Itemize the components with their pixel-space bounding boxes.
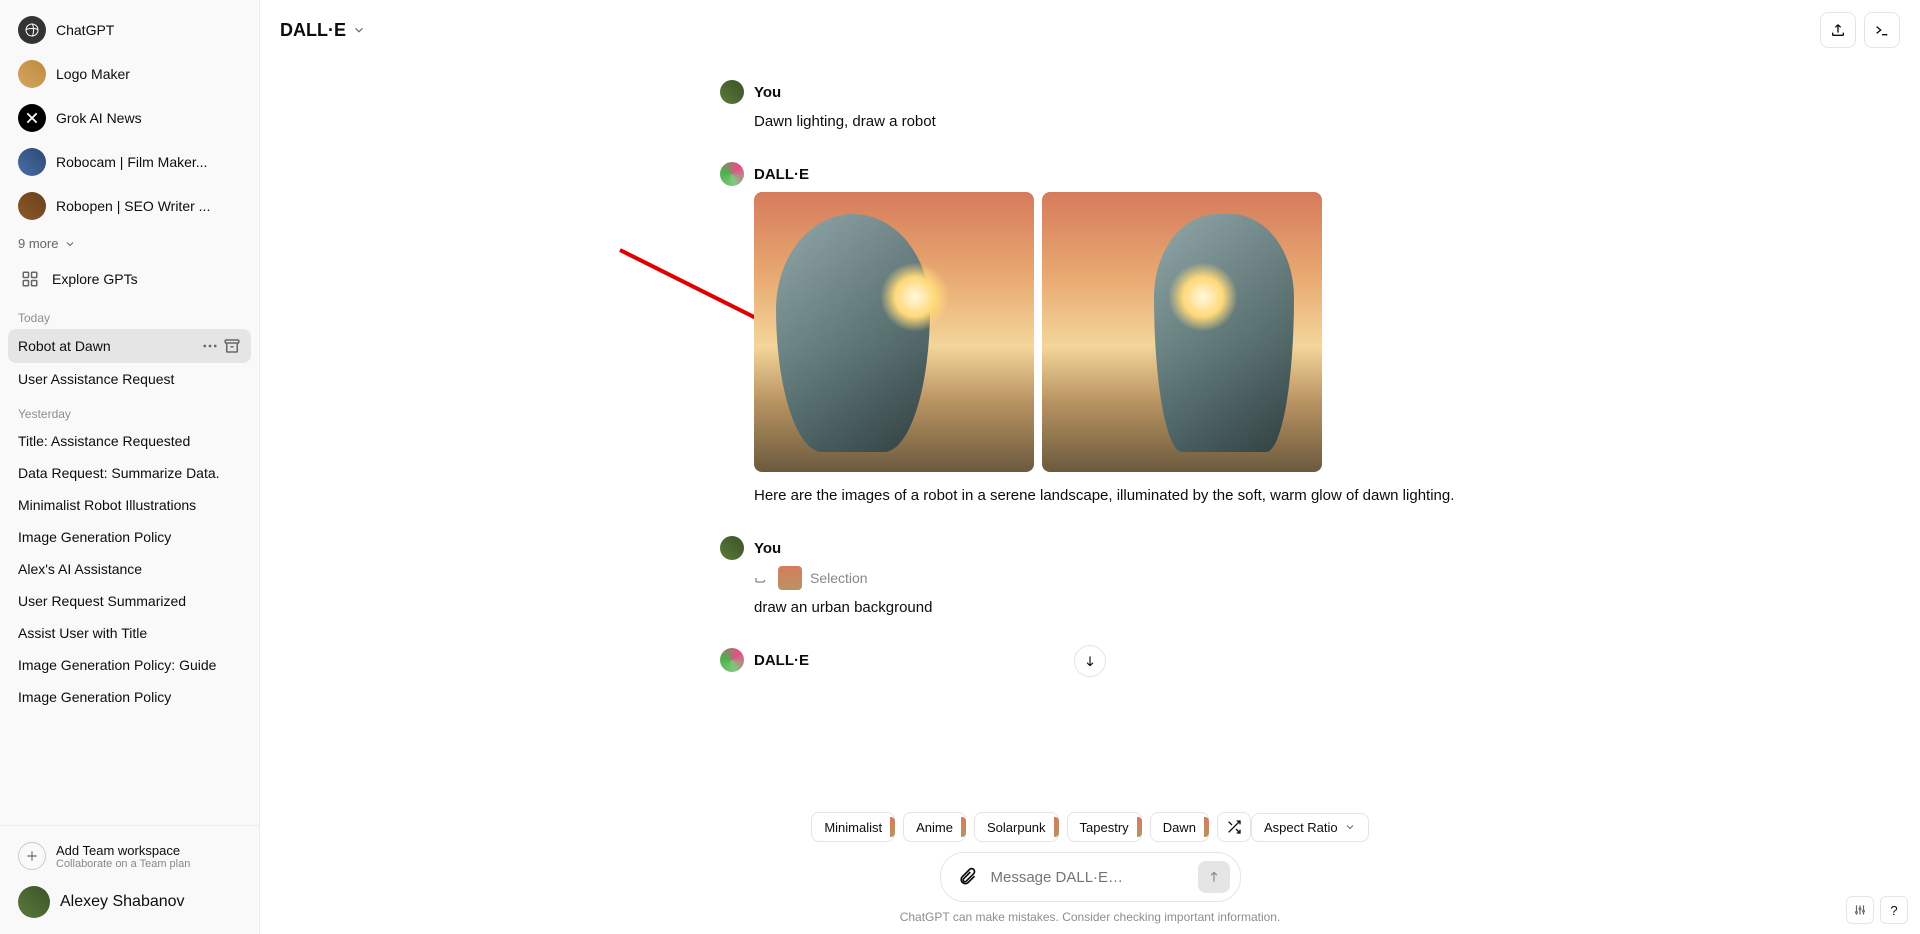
style-chip-solarpunk[interactable]: Solarpunk: [974, 812, 1059, 842]
history-item[interactable]: Image Generation Policy: Guide: [8, 649, 251, 681]
selection-thumbnail-icon: [778, 566, 802, 590]
sidebar-gpt-chatgpt[interactable]: ChatGPT: [8, 8, 251, 52]
history-item[interactable]: Data Request: Summarize Data.: [8, 457, 251, 489]
message-input-container: [940, 852, 1241, 902]
plus-icon: [18, 842, 46, 870]
team-subtitle: Collaborate on a Team plan: [56, 858, 190, 870]
share-button[interactable]: [1820, 12, 1856, 48]
message-text: Dawn lighting, draw a robot: [754, 110, 1460, 134]
dalle-avatar-icon: [720, 162, 744, 186]
sidebar-item-label: Grok AI News: [56, 110, 142, 126]
scroll-to-bottom-button[interactable]: [1074, 645, 1106, 677]
style-chip-minimalist[interactable]: Minimalist: [811, 812, 895, 842]
more-icon[interactable]: [201, 337, 219, 355]
sidebar-gpt-grok[interactable]: Grok AI News: [8, 96, 251, 140]
topbar: DALL·E: [260, 0, 1920, 60]
sliders-icon: [1853, 903, 1867, 917]
message-author: You: [754, 540, 781, 557]
message-text: draw an urban background: [754, 596, 1460, 620]
logomaker-icon: [18, 60, 46, 88]
sidebar-item-label: Explore GPTs: [52, 271, 138, 287]
grid-icon: [18, 267, 42, 291]
user-avatar-icon: [18, 886, 50, 918]
history-item[interactable]: User Assistance Request: [8, 363, 251, 395]
history-item[interactable]: Assist User with Title: [8, 617, 251, 649]
reply-arrow-icon: [754, 570, 770, 586]
dalle-avatar-icon: [720, 648, 744, 672]
command-button[interactable]: [1864, 12, 1900, 48]
terminal-icon: [1874, 22, 1890, 38]
more-label: 9 more: [18, 236, 58, 251]
chevron-down-icon: [352, 23, 366, 37]
sidebar-user[interactable]: Alexey Shabanov: [8, 878, 251, 926]
aspect-ratio-selector[interactable]: Aspect Ratio: [1251, 813, 1369, 842]
sidebar-item-label: Robocam | Film Maker...: [56, 154, 207, 170]
sidebar-item-label: ChatGPT: [56, 22, 114, 38]
grok-icon: [18, 104, 46, 132]
sidebar-section-today: Today: [8, 299, 251, 329]
disclaimer-text: ChatGPT can make mistakes. Consider chec…: [260, 910, 1920, 934]
archive-icon[interactable]: [223, 337, 241, 355]
message-author: You: [754, 84, 781, 101]
style-shuffle-button[interactable]: [1217, 812, 1251, 842]
sidebar-gpt-robopen[interactable]: Robopen | SEO Writer ...: [8, 184, 251, 228]
share-icon: [1830, 22, 1846, 38]
message-author: DALL·E: [754, 652, 809, 669]
sidebar-section-yesterday: Yesterday: [8, 395, 251, 425]
model-selector[interactable]: DALL·E: [280, 20, 366, 41]
selection-label: Selection: [810, 567, 868, 589]
help-button[interactable]: ?: [1880, 896, 1908, 924]
chat-area[interactable]: You Dawn lighting, draw a robot DALL·E H…: [260, 60, 1920, 812]
sidebar-gpt-robocam[interactable]: Robocam | Film Maker...: [8, 140, 251, 184]
team-title: Add Team workspace: [56, 843, 190, 858]
add-team-workspace[interactable]: Add Team workspace Collaborate on a Team…: [8, 834, 251, 878]
style-chip-tapestry[interactable]: Tapestry: [1067, 812, 1142, 842]
arrow-up-icon: [1207, 870, 1221, 884]
generated-image-2[interactable]: [1042, 192, 1322, 472]
send-button[interactable]: [1198, 861, 1230, 893]
sidebar-explore-gpts[interactable]: Explore GPTs: [8, 259, 251, 299]
chevron-down-icon: [1344, 821, 1356, 833]
selection-reference: Selection: [754, 566, 1460, 590]
message-assistant-1: DALL·E Here are the images of a robot in…: [720, 162, 1460, 508]
history-item[interactable]: Image Generation Policy: [8, 681, 251, 713]
robocam-icon: [18, 148, 46, 176]
history-item[interactable]: Alex's AI Assistance: [8, 553, 251, 585]
sidebar-more-gpts[interactable]: 9 more: [8, 228, 251, 259]
style-chip-anime[interactable]: Anime: [903, 812, 966, 842]
main: DALL·E You Dawn lighting, draw a robot: [260, 0, 1920, 934]
chatgpt-icon: [18, 16, 46, 44]
style-row: Minimalist Anime Solarpunk Tapestry Dawn…: [791, 812, 1388, 842]
aspect-ratio-label: Aspect Ratio: [1264, 820, 1338, 835]
user-avatar-icon: [720, 536, 744, 560]
message-author: DALL·E: [754, 166, 809, 183]
message-text: Here are the images of a robot in a sere…: [754, 484, 1460, 508]
sidebar-item-label: Logo Maker: [56, 66, 130, 82]
history-title: Robot at Dawn: [18, 338, 111, 354]
history-item[interactable]: User Request Summarized: [8, 585, 251, 617]
history-item[interactable]: Image Generation Policy: [8, 521, 251, 553]
sidebar-gpt-logomaker[interactable]: Logo Maker: [8, 52, 251, 96]
chevron-down-icon: [64, 238, 76, 250]
message-input[interactable]: [991, 869, 1190, 886]
robopen-icon: [18, 192, 46, 220]
shuffle-icon: [1226, 819, 1242, 835]
history-item[interactable]: Title: Assistance Requested: [8, 425, 251, 457]
user-avatar-icon: [720, 80, 744, 104]
style-chip-dawn[interactable]: Dawn: [1150, 812, 1209, 842]
generated-image-1[interactable]: [754, 192, 1034, 472]
help-label: ?: [1890, 903, 1897, 918]
attach-button[interactable]: [951, 861, 983, 893]
sidebar: ChatGPT Logo Maker Grok AI News Robocam …: [0, 0, 260, 934]
model-name: DALL·E: [280, 20, 346, 41]
message-user-2: You Selection draw an urban background: [720, 536, 1460, 620]
message-user-1: You Dawn lighting, draw a robot: [720, 80, 1460, 134]
settings-sliders-button[interactable]: [1846, 896, 1874, 924]
history-item[interactable]: Minimalist Robot Illustrations: [8, 489, 251, 521]
arrow-down-icon: [1083, 654, 1097, 668]
sidebar-item-label: Robopen | SEO Writer ...: [56, 198, 210, 214]
history-robot-at-dawn[interactable]: Robot at Dawn: [8, 329, 251, 363]
paperclip-icon: [957, 867, 977, 887]
user-name: Alexey Shabanov: [60, 893, 185, 911]
